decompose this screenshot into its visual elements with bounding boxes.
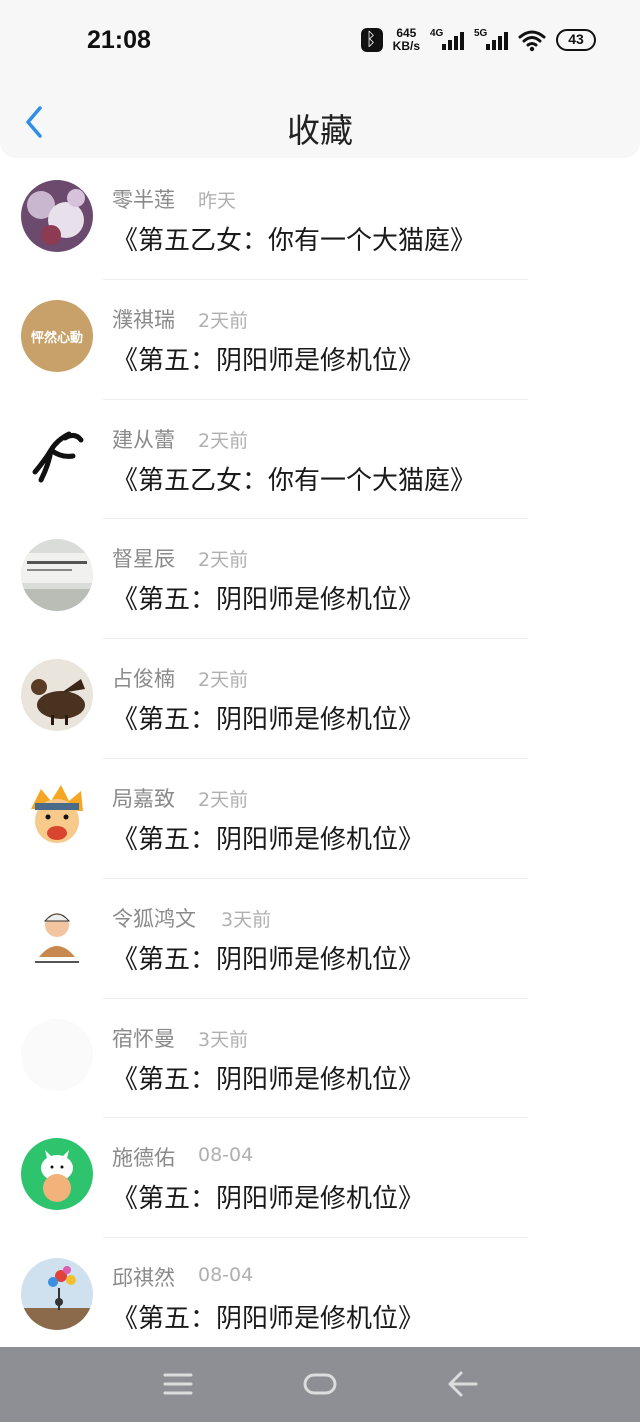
item-author: 占俊楠 — [112, 667, 175, 692]
item-author: 宿怀曼 — [112, 1026, 175, 1051]
item-author: 建从蕾 — [112, 427, 175, 452]
nav-bar: 收藏 — [0, 82, 640, 158]
back-arrow-icon[interactable] — [446, 1367, 480, 1401]
signal-4g-icon: 4G — [430, 28, 464, 52]
item-title: 《第五：阴阳师是修机位》 — [112, 585, 425, 616]
avatar[interactable] — [21, 898, 93, 971]
status-time: 21:08 — [87, 26, 151, 54]
avatar[interactable]: 怦然心動 — [21, 299, 93, 372]
status-bar: 21:08 645 KB/s 4G 5G 43 — [0, 0, 640, 82]
favorites-list: 零半莲 昨天 《第五乙女：你有一个大猫庭》 怦然心動 濮祺瑞 2天前 《第五：阴… — [0, 160, 640, 1358]
avatar[interactable] — [21, 1258, 93, 1331]
item-title: 《第五乙女：你有一个大猫庭》 — [112, 226, 477, 256]
list-item[interactable]: 令狐鸿文 3天前 《第五：阴阳师是修机位》 — [0, 879, 640, 999]
item-title: 《第五：阴阳师是修机位》 — [112, 705, 425, 736]
home-icon[interactable] — [302, 1367, 338, 1401]
item-author: 邱祺然 — [112, 1266, 175, 1291]
item-title: 《第五：阴阳师是修机位》 — [112, 345, 425, 376]
item-title: 《第五乙女：你有一个大猫庭》 — [112, 465, 477, 496]
item-title: 《第五：阴阳师是修机位》 — [112, 1304, 425, 1335]
bottom-nav — [0, 1347, 640, 1422]
item-author: 濮祺瑞 — [112, 307, 175, 332]
avatar[interactable] — [21, 1138, 93, 1211]
list-item[interactable]: 占俊楠 2天前 《第五：阴阳师是修机位》 — [0, 639, 640, 759]
signal-5g-icon: 5G — [474, 28, 508, 52]
avatar[interactable] — [21, 778, 93, 851]
item-time: 2天前 — [198, 429, 249, 452]
item-time: 昨天 — [198, 190, 237, 212]
item-title: 《第五：阴阳师是修机位》 — [112, 824, 425, 855]
item-time: 3天前 — [198, 1028, 249, 1051]
item-title: 《第五：阴阳师是修机位》 — [112, 1064, 425, 1095]
list-item[interactable]: 怦然心動 濮祺瑞 2天前 《第五：阴阳师是修机位》 — [0, 280, 640, 400]
list-item[interactable]: 局嘉致 2天前 《第五：阴阳师是修机位》 — [0, 759, 640, 879]
avatar[interactable] — [21, 419, 93, 492]
page-title: 收藏 — [287, 111, 353, 150]
list-item[interactable]: 宿怀曼 3天前 《第五：阴阳师是修机位》 — [0, 999, 640, 1119]
status-icons: 645 KB/s 4G 5G 43 — [360, 24, 596, 56]
avatar-text: 怦然心動 — [31, 330, 83, 346]
item-author: 督星辰 — [112, 547, 175, 572]
avatar[interactable] — [21, 1018, 93, 1091]
list-item[interactable]: 邱祺然 08-04 《第五：阴阳师是修机位》 — [0, 1238, 640, 1358]
item-title: 《第五：阴阳师是修机位》 — [112, 1184, 425, 1215]
avatar[interactable] — [21, 180, 93, 252]
item-time: 2天前 — [198, 669, 249, 692]
list-item[interactable]: 督星辰 2天前 《第五：阴阳师是修机位》 — [0, 519, 640, 640]
list-item[interactable]: 零半莲 昨天 《第五乙女：你有一个大猫庭》 — [0, 160, 640, 280]
item-time: 2天前 — [198, 549, 249, 572]
item-author: 局嘉致 — [112, 786, 175, 811]
item-time: 08-04 — [198, 1264, 254, 1287]
menu-icon[interactable] — [162, 1367, 194, 1401]
item-time: 2天前 — [198, 309, 249, 332]
network-speed: 645 KB/s — [393, 27, 420, 53]
item-time: 2天前 — [198, 788, 249, 811]
item-title: 《第五：阴阳师是修机位》 — [112, 944, 425, 975]
item-author: 令狐鸿文 — [112, 906, 196, 931]
item-author: 施德佑 — [112, 1146, 175, 1171]
avatar[interactable] — [21, 659, 93, 732]
item-author: 零半莲 — [112, 188, 175, 212]
item-time: 08-04 — [198, 1144, 254, 1167]
item-time: 3天前 — [221, 908, 272, 931]
list-item[interactable]: 建从蕾 2天前 《第五乙女：你有一个大猫庭》 — [0, 400, 640, 520]
wifi-icon — [518, 30, 546, 52]
avatar[interactable] — [21, 539, 93, 612]
network-speed-unit: KB/s — [392, 39, 420, 53]
battery-icon: 43 — [556, 29, 596, 51]
list-item[interactable]: 施德佑 08-04 《第五：阴阳师是修机位》 — [0, 1118, 640, 1239]
bluetooth-icon — [360, 28, 383, 52]
